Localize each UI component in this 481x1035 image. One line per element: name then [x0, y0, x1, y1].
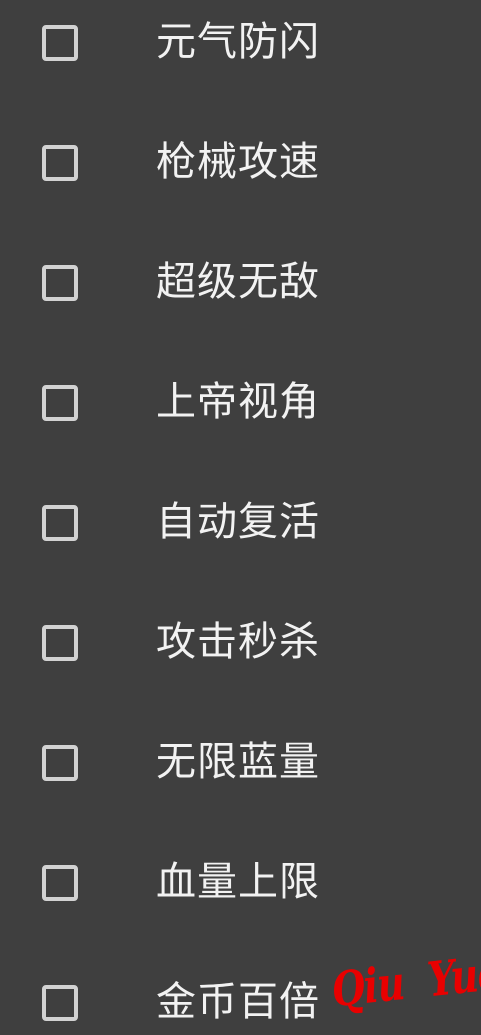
option-label-2: 枪械攻速: [156, 139, 320, 185]
option-label-5: 自动复活: [156, 499, 320, 545]
option-row-6[interactable]: 攻击秒杀: [0, 585, 481, 705]
checkbox-1[interactable]: [42, 25, 78, 61]
cheat-options-menu: 元气防闪 枪械攻速 超级无敌 上帝视角 自动复活 攻击秒杀 无限蓝量 血量上限 …: [0, 0, 481, 1035]
checkbox-6[interactable]: [42, 625, 78, 661]
option-row-7[interactable]: 无限蓝量: [0, 705, 481, 825]
checkbox-5[interactable]: [42, 505, 78, 541]
option-label-8: 血量上限: [156, 859, 320, 905]
option-label-6: 攻击秒杀: [156, 619, 320, 665]
option-row-2[interactable]: 枪械攻速: [0, 105, 481, 225]
option-label-1: 元气防闪: [156, 19, 320, 65]
checkbox-2[interactable]: [42, 145, 78, 181]
checkbox-3[interactable]: [42, 265, 78, 301]
option-row-8[interactable]: 血量上限: [0, 825, 481, 945]
checkbox-4[interactable]: [42, 385, 78, 421]
option-label-9: 金币百倍: [156, 979, 320, 1025]
checkbox-7[interactable]: [42, 745, 78, 781]
option-label-4: 上帝视角: [156, 379, 320, 425]
option-row-1[interactable]: 元气防闪: [0, 0, 481, 105]
option-label-3: 超级无敌: [156, 259, 320, 305]
option-row-5[interactable]: 自动复活: [0, 465, 481, 585]
option-label-7: 无限蓝量: [156, 739, 320, 785]
checkbox-9[interactable]: [42, 985, 78, 1021]
checkbox-8[interactable]: [42, 865, 78, 901]
option-row-4[interactable]: 上帝视角: [0, 345, 481, 465]
option-row-3[interactable]: 超级无敌: [0, 225, 481, 345]
